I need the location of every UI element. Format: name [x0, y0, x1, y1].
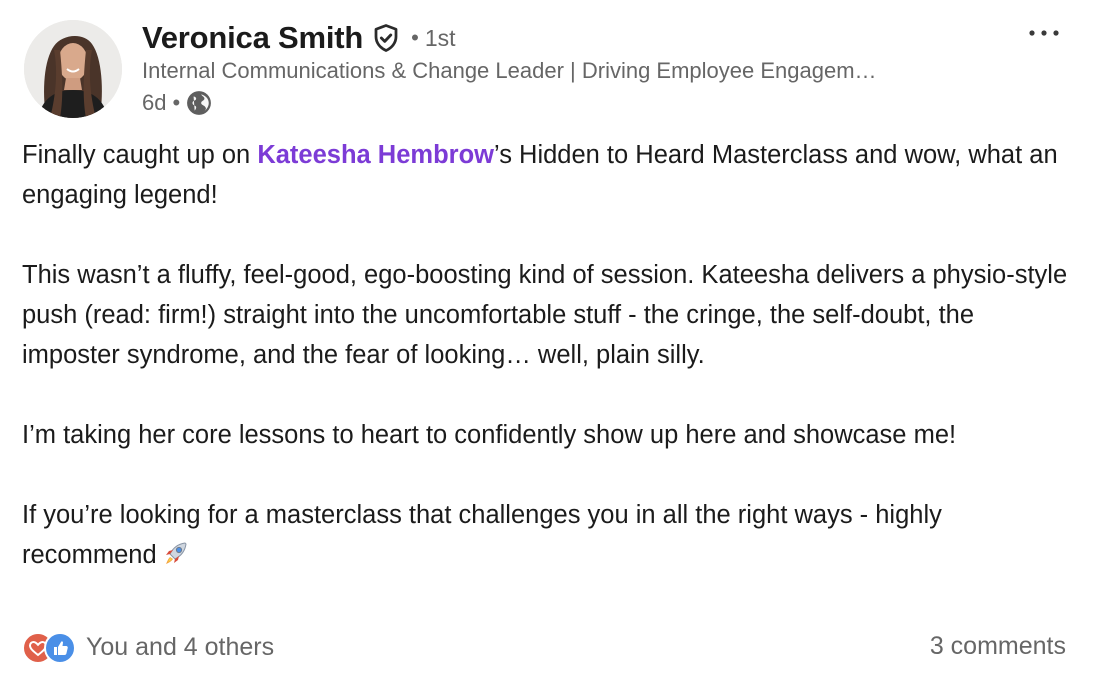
- connection-degree: 1st: [424, 24, 456, 51]
- more-options-button[interactable]: [1022, 20, 1066, 46]
- post-meta: 6d •: [142, 88, 212, 118]
- author-headline: Internal Communications & Change Leader …: [142, 58, 877, 83]
- verified-shield-icon: [371, 23, 401, 53]
- post-paragraph: Finally caught up on Kateesha Hembrow’s …: [22, 135, 1072, 215]
- globe-icon: [186, 90, 212, 116]
- post-time: 6d: [142, 90, 167, 115]
- more-horizontal-icon: [1029, 30, 1059, 36]
- author-avatar[interactable]: [24, 20, 122, 118]
- post-body: Finally caught up on Kateesha Hembrow’s …: [22, 135, 1072, 575]
- post-paragraph: If you’re looking for a masterclass that…: [22, 495, 1072, 575]
- mention-link[interactable]: Kateesha Hembrow: [257, 141, 494, 169]
- author-name[interactable]: Veronica Smith: [142, 20, 363, 56]
- reaction-icons: [22, 632, 78, 664]
- profile-photo: [24, 20, 122, 118]
- reactions-count: You and 4 others: [86, 632, 275, 661]
- post-paragraph: This wasn’t a fluffy, feel-good, ego-boo…: [22, 261, 1068, 369]
- post-text: Finally caught up on: [22, 141, 258, 169]
- like-reaction-icon: [44, 632, 76, 664]
- separator-dot: •: [172, 90, 181, 115]
- rocket-emoji: [161, 538, 191, 568]
- comments-count-link[interactable]: 3 comments: [930, 632, 1066, 661]
- post-paragraph: I’m taking her core lessons to heart to …: [22, 421, 957, 449]
- separator-dot: •: [411, 25, 419, 50]
- author-name-row: Veronica Smith • 1st: [142, 18, 456, 58]
- reactions-summary[interactable]: You and 4 others: [22, 630, 274, 664]
- feed-post: Veronica Smith • 1st Internal Communicat…: [0, 0, 1094, 678]
